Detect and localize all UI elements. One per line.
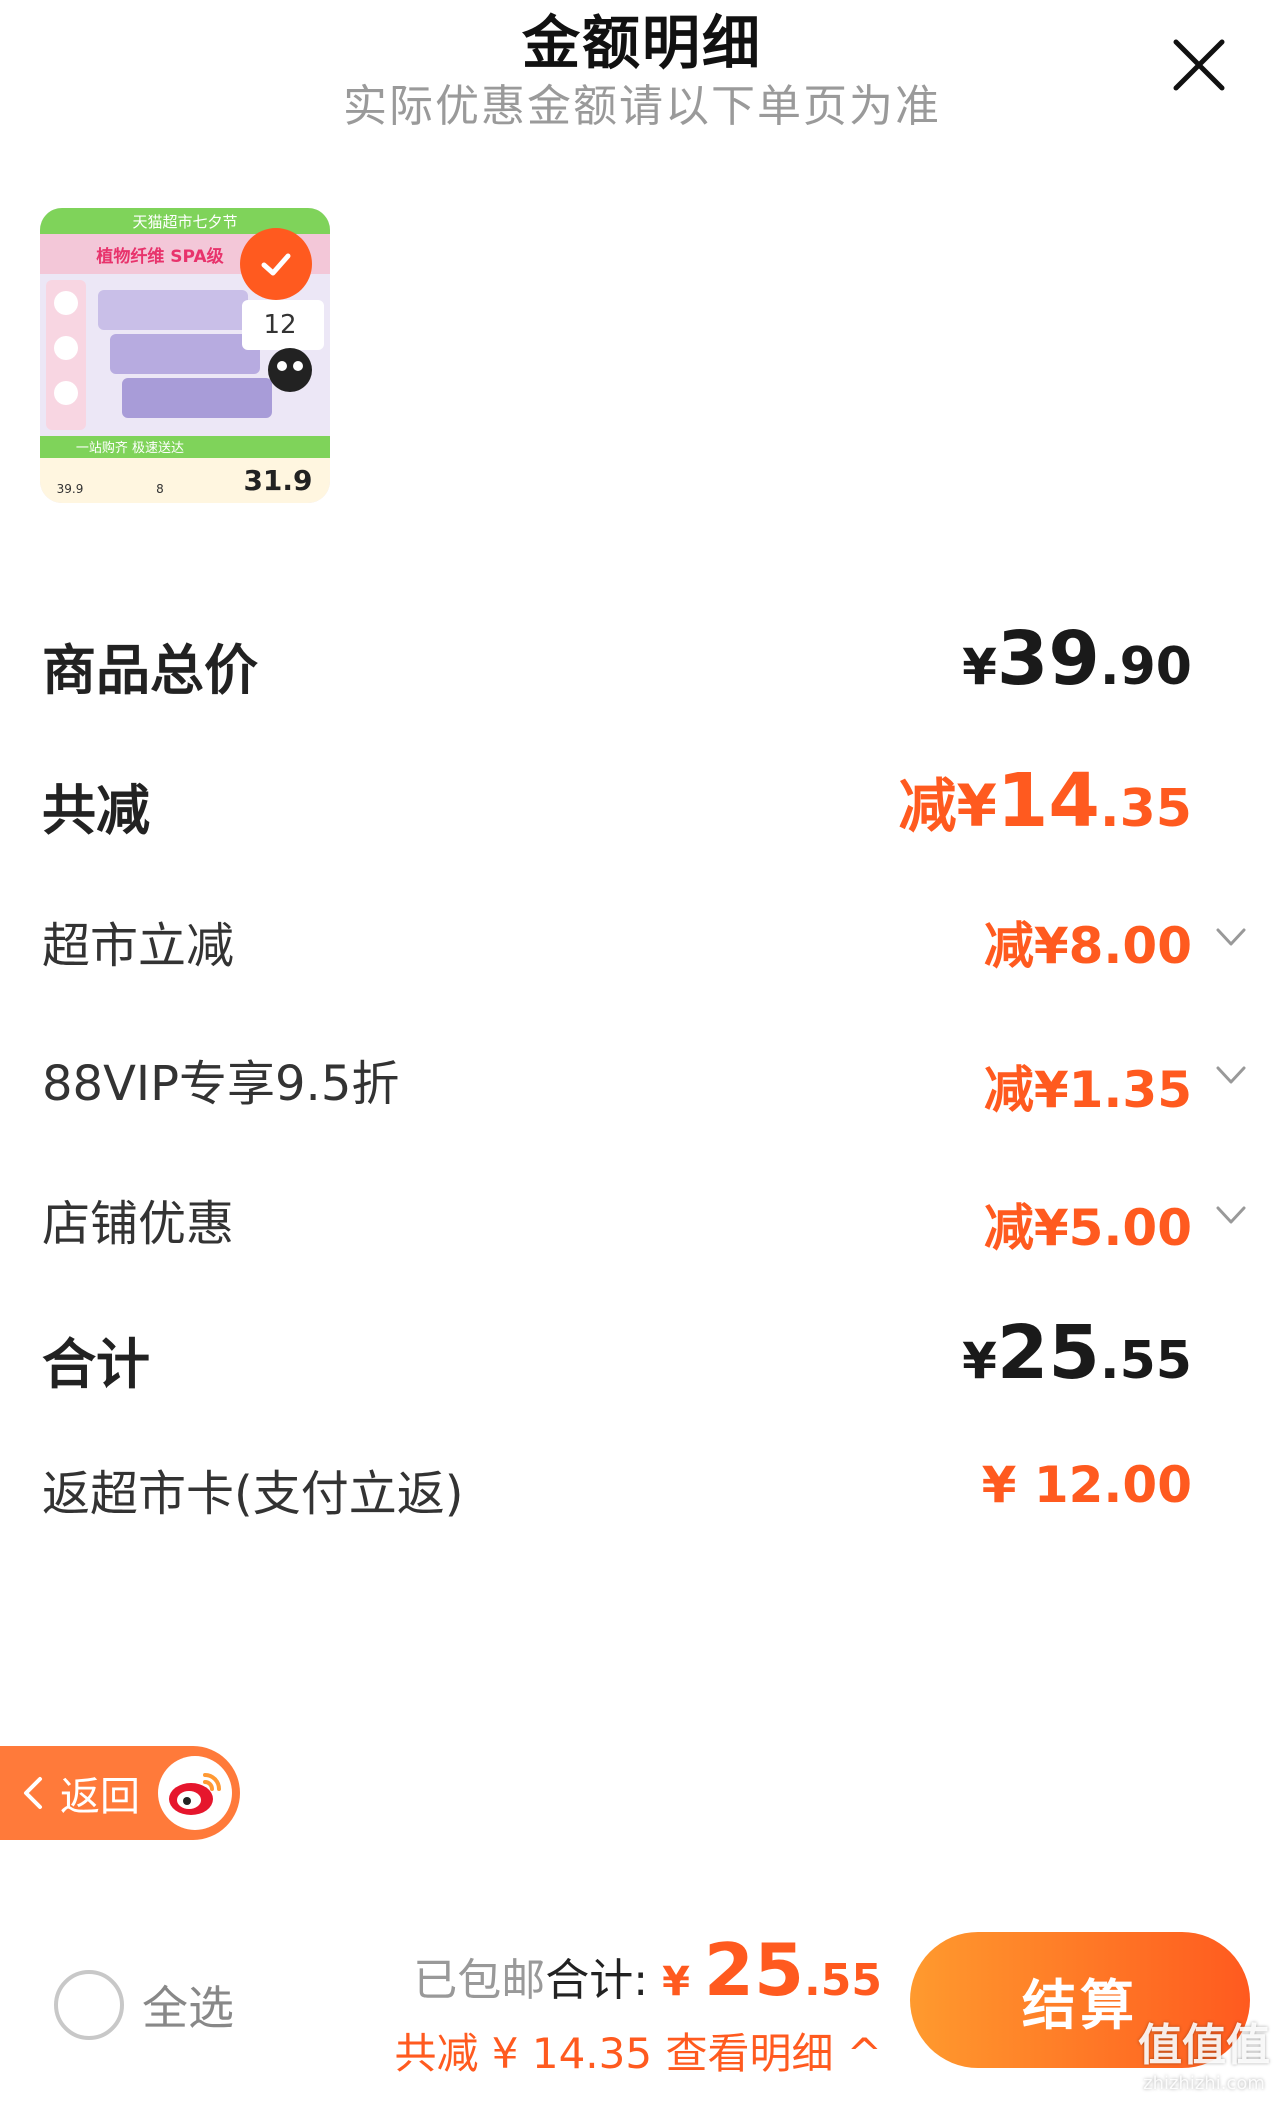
page-title: 金额明细 xyxy=(521,9,762,77)
cashback-card-label: 返超市卡(支付立返) xyxy=(42,1466,464,1522)
shop-discount-value: 减¥5.00 xyxy=(983,1199,1192,1257)
select-all-label[interactable]: 全选 xyxy=(142,1972,234,2038)
row-supermarket-discount[interactable]: 超市立减 减¥8.00 xyxy=(42,902,1284,982)
product-orig-price: 39.9 xyxy=(57,482,84,496)
bottom-total-int: 25 xyxy=(703,1928,805,2012)
bottom-total-label: 合计: xyxy=(545,1955,663,2006)
vip-discount-label: 88VIP专享9.5折 xyxy=(42,1056,400,1112)
bottom-total: 已包邮合计: ¥ 25.55 xyxy=(413,1928,882,2012)
shop-discount-label: 店铺优惠 xyxy=(42,1196,235,1252)
chevron-down-icon[interactable] xyxy=(1214,920,1248,954)
bottom-bar: 全选 已包邮合计: ¥ 25.55 共减 ¥ 14.35 查看明细 ^ 结算 值… xyxy=(0,1920,1284,2104)
chevron-left-icon xyxy=(24,1777,42,1809)
amount-detail-sheet: 金额明细 实际优惠金额请以下单页为准 天猫超市七夕节 植物纤维 SPA级 12 xyxy=(0,0,1284,2104)
cashback-card-value: ¥ 12.00 xyxy=(981,1456,1192,1514)
total-discount-value: 减¥14.35 xyxy=(898,758,1192,844)
product-promo-price: 31.9 xyxy=(243,464,312,497)
total-price-label: 商品总价 xyxy=(42,639,258,702)
shipped-label: 已包邮 xyxy=(413,1955,546,2006)
page-subtitle: 实际优惠金额请以下单页为准 xyxy=(343,81,941,132)
total-discount-label: 共减 xyxy=(42,779,150,842)
selected-check-icon[interactable] xyxy=(240,228,312,300)
chevron-down-icon[interactable] xyxy=(1214,1198,1248,1232)
back-button-label: 返回 xyxy=(60,1774,140,1820)
chevron-down-icon[interactable] xyxy=(1214,1058,1248,1092)
product-card-amount: 8 xyxy=(156,482,164,496)
watermark-main: 值值值 xyxy=(1138,2020,1270,2071)
subtotal-label: 合计 xyxy=(42,1333,150,1396)
row-cashback-card: 返超市卡(支付立返) ¥ 12.00 xyxy=(42,1450,1284,1530)
product-campaign: 一站购齐 极速送达 xyxy=(76,440,184,456)
watermark-sub: zhizhizhi.com xyxy=(1143,2073,1265,2094)
subtotal-value: ¥25.55 xyxy=(962,1310,1192,1396)
supermarket-discount-value: 减¥8.00 xyxy=(983,917,1192,975)
row-total-price: 商品总价 ¥39.90 xyxy=(42,616,1284,706)
supermarket-discount-label: 超市立减 xyxy=(42,918,235,974)
view-details-link[interactable]: 共减 ¥ 14.35 查看明细 ^ xyxy=(394,2020,882,2081)
weibo-icon xyxy=(158,1756,232,1830)
bottom-total-dec: .55 xyxy=(804,1955,882,2006)
back-button[interactable]: 返回 xyxy=(0,1746,240,1840)
row-subtotal: 合计 ¥25.55 xyxy=(42,1310,1284,1400)
row-shop-discount[interactable]: 店铺优惠 减¥5.00 xyxy=(42,1180,1284,1260)
total-price-value: ¥39.90 xyxy=(962,616,1192,702)
vip-discount-value: 减¥1.35 xyxy=(983,1061,1192,1119)
close-icon[interactable] xyxy=(1168,34,1230,96)
row-total-discount: 共减 减¥14.35 xyxy=(42,756,1284,846)
product-banner-text: 天猫超市七夕节 xyxy=(132,213,237,231)
product-gift-amount: 12 xyxy=(263,310,296,340)
row-vip-discount[interactable]: 88VIP专享9.5折 减¥1.35 xyxy=(42,1040,1284,1120)
select-all-radio[interactable] xyxy=(54,1970,124,2040)
bottom-total-currency: ¥ xyxy=(662,1959,704,2005)
watermark: 值值值 zhizhizhi.com xyxy=(1138,2009,1270,2094)
product-headline: 植物纤维 SPA级 xyxy=(96,246,223,267)
